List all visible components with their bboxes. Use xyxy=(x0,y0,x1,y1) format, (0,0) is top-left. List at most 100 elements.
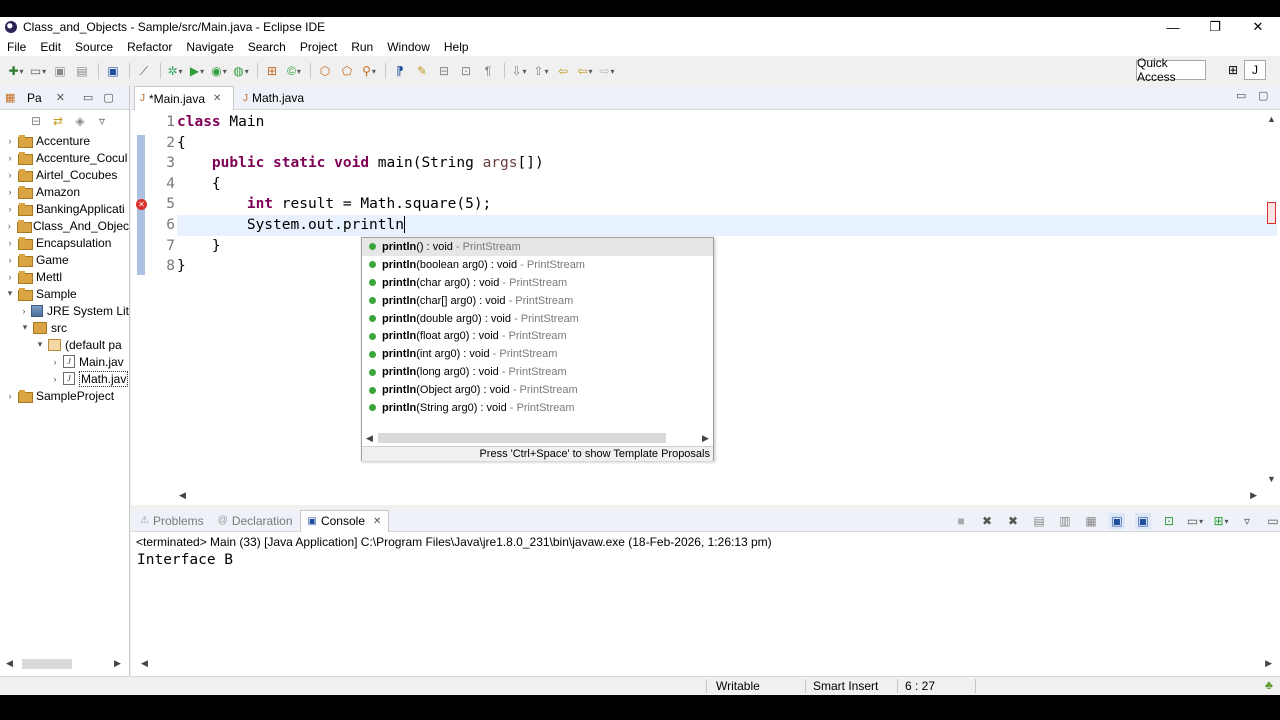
open-console-icon[interactable]: ⊞ xyxy=(1213,513,1229,529)
tree-item[interactable]: › Encapsulation xyxy=(0,234,129,251)
scroll-right-icon[interactable]: ▶ xyxy=(114,658,121,669)
completion-item[interactable]: println() : void - PrintStream xyxy=(362,238,713,256)
tree-item[interactable]: › Mettl xyxy=(0,268,129,285)
completion-item[interactable]: println(char[] arg0) : void - PrintStrea… xyxy=(362,292,713,310)
link-with-editor-icon[interactable]: ⇄ xyxy=(50,113,66,129)
editor-vscroll[interactable]: ▲ ▼ xyxy=(1263,110,1280,490)
menu-search[interactable]: Search xyxy=(241,40,293,54)
console-hscroll[interactable]: ◀ ▶ xyxy=(131,656,1280,672)
scroll-right-icon[interactable]: ▶ xyxy=(1265,658,1272,669)
scroll-up-icon[interactable]: ▲ xyxy=(1267,114,1276,124)
search-icon[interactable]: ⚲ xyxy=(361,63,377,79)
display-console-icon[interactable]: ▭ xyxy=(1187,513,1203,529)
menu-source[interactable]: Source xyxy=(68,40,120,54)
next-annotation-icon[interactable]: ⇩ xyxy=(511,63,527,79)
minimize-view-icon[interactable]: ▭ xyxy=(1236,89,1246,102)
minimize-button[interactable]: — xyxy=(1152,17,1194,37)
block-selection-icon[interactable]: ⊟ xyxy=(436,63,452,79)
collapsed-chevron-icon[interactable]: › xyxy=(4,238,16,248)
open-perspective-icon[interactable]: ⊞ xyxy=(1222,60,1244,80)
terminate-icon[interactable]: ■ xyxy=(953,513,969,529)
show-on-output-icon[interactable]: ▣ xyxy=(1109,513,1125,529)
tree-item[interactable]: › J Math.jav xyxy=(0,370,129,387)
completion-item[interactable]: println(boolean arg0) : void - PrintStre… xyxy=(362,256,713,274)
console-output[interactable]: Interface B xyxy=(131,550,1280,570)
scroll-left-icon[interactable]: ◀ xyxy=(6,658,13,669)
tab-declaration[interactable]: @ Declaration xyxy=(211,510,300,532)
tree-item[interactable]: › Class_And_Objec xyxy=(0,217,129,234)
remove-launch-icon[interactable]: ✖ xyxy=(979,513,995,529)
completion-item[interactable]: println(long arg0) : void - PrintStream xyxy=(362,363,713,381)
tree-item[interactable]: › Accenture_Cocul xyxy=(0,149,129,166)
remove-all-icon[interactable]: ✖ xyxy=(1005,513,1021,529)
back-icon[interactable]: ⇦ xyxy=(577,63,593,79)
minimize-view-icon[interactable]: ▭ xyxy=(83,91,93,104)
scroll-thumb[interactable] xyxy=(22,659,72,669)
last-edit-location-icon[interactable]: ⇦ xyxy=(555,63,571,79)
tree-item[interactable]: › JRE System Lit xyxy=(0,302,129,319)
close-icon[interactable]: ✕ xyxy=(213,93,221,104)
new-icon[interactable]: ✚ xyxy=(8,63,24,79)
collapsed-chevron-icon[interactable]: › xyxy=(4,136,16,146)
new-java-package-icon[interactable]: ⊞ xyxy=(264,63,280,79)
collapsed-chevron-icon[interactable]: › xyxy=(4,153,16,163)
menu-project[interactable]: Project xyxy=(293,40,344,54)
error-overview-mark[interactable] xyxy=(1267,202,1276,224)
collapsed-chevron-icon[interactable]: › xyxy=(4,255,16,265)
tree-item[interactable]: › Amazon xyxy=(0,183,129,200)
scroll-left-icon[interactable]: ◀ xyxy=(366,433,373,444)
collapsed-chevron-icon[interactable]: › xyxy=(4,221,15,231)
save-all-icon[interactable]: ▤ xyxy=(74,63,90,79)
word-wrap-icon[interactable]: ▦ xyxy=(1083,513,1099,529)
tree-item[interactable]: › Accenture xyxy=(0,132,129,149)
scroll-right-icon[interactable]: ▶ xyxy=(1250,490,1257,501)
mark-occurrences-icon[interactable]: ✎ xyxy=(414,63,430,79)
completion-item[interactable]: println(int arg0) : void - PrintStream xyxy=(362,345,713,363)
scroll-thumb[interactable] xyxy=(378,433,666,443)
collapsed-chevron-icon[interactable]: › xyxy=(4,272,16,282)
word-wrap-icon[interactable]: ⊡ xyxy=(458,63,474,79)
menu-refactor[interactable]: Refactor xyxy=(120,40,179,54)
view-menu-icon[interactable]: ▿ xyxy=(1239,513,1255,529)
menu-run[interactable]: Run xyxy=(344,40,380,54)
close-button[interactable]: ✕ xyxy=(1237,17,1279,37)
collapsed-chevron-icon[interactable]: › xyxy=(49,357,61,367)
tree-item[interactable]: ▾ Sample xyxy=(0,285,129,302)
tree-item[interactable]: › Game xyxy=(0,251,129,268)
forward-icon[interactable]: ⇨ xyxy=(599,63,615,79)
focus-icon[interactable]: ◈ xyxy=(72,113,88,129)
toggle-breadcrumb-icon[interactable]: ⁋ xyxy=(392,63,408,79)
save-icon[interactable]: ▣ xyxy=(52,63,68,79)
tree-item[interactable]: › BankingApplicati xyxy=(0,200,129,217)
show-whitespace-icon[interactable]: ¶ xyxy=(480,63,496,79)
maximize-view-icon[interactable]: ▢ xyxy=(103,91,113,104)
show-on-error-icon[interactable]: ▣ xyxy=(1135,513,1151,529)
completion-item[interactable]: println(float arg0) : void - PrintStream xyxy=(362,327,713,345)
quick-access-field[interactable]: Quick Access xyxy=(1136,56,1206,84)
open-icon[interactable]: ▭ xyxy=(30,63,46,79)
collapsed-chevron-icon[interactable]: › xyxy=(4,187,16,197)
collapsed-chevron-icon[interactable]: › xyxy=(4,170,16,180)
open-type-icon[interactable]: ⬡ xyxy=(317,63,333,79)
scroll-right-icon[interactable]: ▶ xyxy=(702,433,709,444)
tab-main-java[interactable]: J *Main.java ✕ xyxy=(134,86,234,110)
expanded-chevron-icon[interactable]: ▾ xyxy=(34,339,46,350)
collapsed-chevron-icon[interactable]: › xyxy=(4,391,16,401)
menu-help[interactable]: Help xyxy=(437,40,476,54)
coverage-icon[interactable]: ◉ xyxy=(211,63,227,79)
collapsed-chevron-icon[interactable]: › xyxy=(4,204,16,214)
maximize-view-icon[interactable]: ▢ xyxy=(1258,89,1268,102)
run-icon[interactable]: ▶ xyxy=(189,63,205,79)
error-icon[interactable]: ✕ xyxy=(136,199,147,210)
completion-item[interactable]: println(String arg0) : void - PrintStrea… xyxy=(362,399,713,417)
tree-item[interactable]: › SampleProject xyxy=(0,387,129,404)
scroll-left-icon[interactable]: ◀ xyxy=(141,658,148,669)
menu-window[interactable]: Window xyxy=(380,40,437,54)
close-icon[interactable]: ✕ xyxy=(373,516,381,527)
menu-edit[interactable]: Edit xyxy=(33,40,68,54)
collapsed-chevron-icon[interactable]: › xyxy=(19,306,29,316)
menu-navigate[interactable]: Navigate xyxy=(179,40,240,54)
scroll-lock-icon[interactable]: ▥ xyxy=(1057,513,1073,529)
tab-problems[interactable]: ⚠ Problems xyxy=(133,510,211,532)
tip-icon[interactable]: ♣ xyxy=(1265,678,1273,692)
